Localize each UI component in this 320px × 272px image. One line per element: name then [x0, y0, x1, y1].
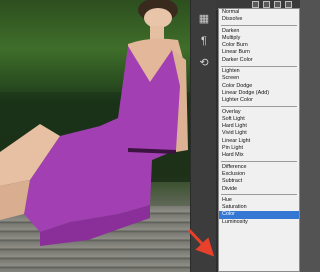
- annotation-arrow-icon: [187, 228, 215, 257]
